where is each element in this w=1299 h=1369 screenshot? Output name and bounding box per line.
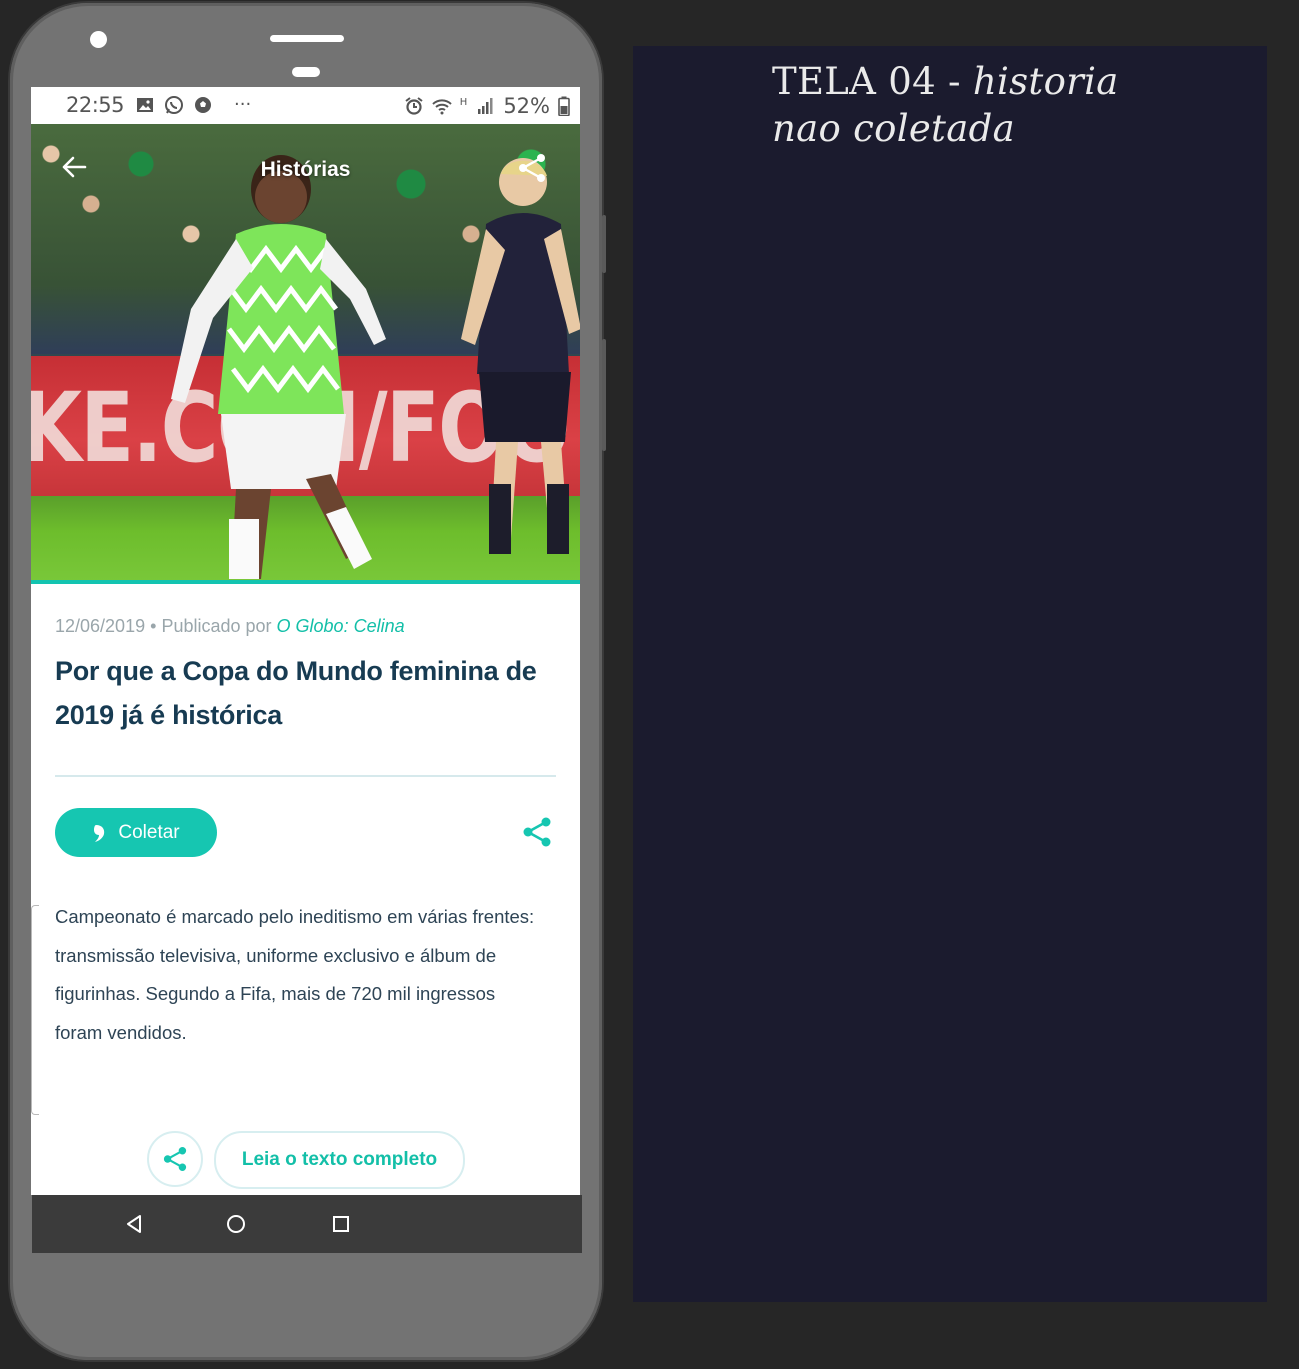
article-summary: Campeonato é marcado pelo ineditismo em … bbox=[55, 906, 535, 1043]
soccer-ball-icon bbox=[195, 96, 211, 113]
collect-quote-icon bbox=[94, 824, 105, 842]
volume-button bbox=[602, 215, 606, 273]
share-icon[interactable] bbox=[520, 815, 554, 849]
nav-recents-icon[interactable] bbox=[332, 1214, 350, 1234]
whatsapp-icon bbox=[165, 95, 183, 114]
status-bar: 22:55 ··· H 52% bbox=[31, 87, 580, 124]
android-nav-bar bbox=[32, 1195, 582, 1253]
alarm-icon bbox=[405, 97, 423, 115]
article-date: 12/06/2019 bbox=[55, 616, 146, 636]
read-full-text-button[interactable]: Leia o texto completo bbox=[214, 1131, 465, 1189]
network-type: H bbox=[459, 96, 468, 108]
phone-camera bbox=[90, 31, 107, 48]
status-more-icon: ··· bbox=[234, 94, 252, 115]
article-meta: 12/06/2019 • Publicado por O Globo: Celi… bbox=[55, 616, 405, 637]
meta-separator: • bbox=[150, 616, 157, 636]
phone-speaker bbox=[270, 35, 344, 42]
collect-button[interactable]: Coletar bbox=[55, 808, 217, 857]
signal-icon bbox=[478, 98, 493, 114]
hero-accent-line bbox=[31, 580, 580, 584]
power-button bbox=[602, 339, 606, 451]
scroll-edge-indicator bbox=[31, 905, 39, 1115]
divider bbox=[55, 775, 556, 777]
status-notifications: ··· bbox=[135, 94, 251, 115]
share-icon[interactable] bbox=[516, 152, 548, 184]
hero-image: KE.COM/FOO bbox=[31, 124, 580, 584]
gallery-icon bbox=[137, 97, 153, 112]
wifi-icon bbox=[432, 99, 452, 115]
status-time: 22:55 bbox=[66, 93, 125, 117]
published-by-label: Publicado por bbox=[161, 616, 272, 636]
battery-percent: 52% bbox=[503, 94, 550, 118]
bottom-share-button[interactable] bbox=[147, 1131, 203, 1187]
phone-sensor bbox=[292, 67, 320, 77]
app-screen: 22:55 ··· H 52% KE.COM/FOO bbox=[31, 87, 580, 1195]
article-headline: Por que a Copa do Mundo feminina de 2019… bbox=[55, 656, 537, 730]
screen-label: TELA 04 - historia nao coletada bbox=[772, 58, 1192, 152]
player-dark-kit bbox=[461, 158, 580, 554]
share-icon bbox=[163, 1147, 187, 1171]
article-source-link[interactable]: O Globo: Celina bbox=[277, 616, 405, 636]
screen-label-plain: TELA 04 - bbox=[772, 60, 973, 103]
nav-home-icon[interactable] bbox=[226, 1214, 246, 1234]
collect-button-label: Coletar bbox=[118, 821, 180, 843]
battery-icon bbox=[558, 96, 570, 116]
screen-label-italic-2: nao coletada bbox=[772, 107, 1015, 150]
screen-label-italic-1: historia bbox=[972, 60, 1119, 103]
status-system-icons: H 52% bbox=[404, 94, 570, 118]
player-green-kit bbox=[171, 155, 386, 579]
page-title: Histórias bbox=[260, 158, 351, 181]
nav-back-icon[interactable] bbox=[124, 1214, 144, 1234]
annotation-panel: TELA 04 - historia nao coletada bbox=[633, 46, 1267, 1302]
